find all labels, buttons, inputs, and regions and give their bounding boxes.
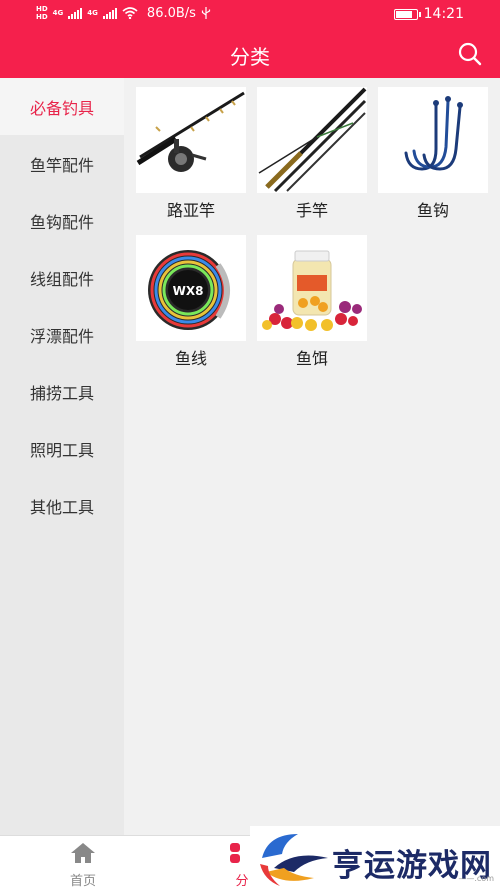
- sidebar-item-label: 鱼钩配件: [29, 212, 94, 232]
- status-left: HD HD 4G 4G 86.0B/s: [36, 5, 211, 21]
- sidebar-item-float-accessories[interactable]: 浮漂配件: [0, 306, 124, 363]
- spinning-rod-image: [136, 87, 246, 193]
- hd-badge-2: HD: [36, 13, 48, 21]
- sim-indicators: HD HD: [36, 5, 48, 21]
- watermark-url: ——.com: [458, 874, 494, 883]
- sidebar-item-catching-tools[interactable]: 捕捞工具: [0, 363, 124, 420]
- sidebar-item-label: 必备钓具: [29, 98, 94, 118]
- category-sidebar: 必备钓具 鱼竿配件 鱼钩配件 线组配件 浮漂配件 捕捞工具 照明工具 其他工具: [0, 78, 124, 835]
- watermark-logo: [260, 834, 328, 886]
- fish-hooks-image: [378, 87, 488, 193]
- search-icon: [458, 42, 482, 66]
- sidebar-item-label: 照明工具: [29, 440, 94, 460]
- svg-text:WX8: WX8: [173, 284, 204, 298]
- sidebar-item-essential-gear[interactable]: 必备钓具: [0, 78, 124, 135]
- signal-icon-1: [68, 7, 83, 19]
- sidebar-item-label: 其他工具: [29, 497, 94, 517]
- product-item-lure-rod[interactable]: 路亚竿: [136, 87, 246, 221]
- network-type-1: 4G: [52, 9, 64, 17]
- product-label: 手竿: [295, 201, 328, 220]
- hd-badge-1: HD: [36, 5, 48, 13]
- watermark: 亨运游戏网 ——.com: [250, 826, 500, 891]
- page-title: 分类: [230, 45, 270, 69]
- network-type-2: 4G: [87, 9, 98, 17]
- tab-home[interactable]: 首页: [43, 842, 123, 889]
- fishing-line-spool-image: WX8: [136, 235, 246, 341]
- sidebar-item-label: 浮漂配件: [29, 326, 94, 346]
- bait-bottle-image: [257, 235, 367, 341]
- product-label: 鱼钩: [416, 201, 449, 220]
- clock: 14:21: [423, 6, 464, 22]
- product-item-hand-rod[interactable]: 手竿: [257, 87, 367, 221]
- sidebar-item-label: 鱼竿配件: [29, 155, 94, 175]
- product-label: 鱼饵: [295, 349, 328, 368]
- status-bar: HD HD 4G 4G 86.0B/s 14:21: [0, 0, 500, 30]
- usb-icon: [201, 7, 211, 19]
- signal-icon-2: [102, 7, 117, 19]
- network-speed: 86.0B/s: [146, 5, 196, 21]
- search-button[interactable]: [456, 40, 484, 68]
- sidebar-item-hook-accessories[interactable]: 鱼钩配件: [0, 192, 124, 249]
- status-right: 14:21: [393, 6, 464, 22]
- hand-rod-image: [257, 87, 367, 193]
- product-grid-area: 路亚竿 手竿 鱼钩 WX8 鱼线 鱼饵: [124, 78, 500, 835]
- home-icon: [71, 843, 95, 863]
- product-item-bait[interactable]: 鱼饵: [257, 235, 367, 369]
- product-grid: 路亚竿 手竿 鱼钩 WX8 鱼线 鱼饵: [136, 87, 488, 369]
- app-bar: 分类: [0, 30, 500, 78]
- product-label: 路亚竿: [166, 201, 215, 220]
- tab-home-label: 首页: [69, 874, 96, 889]
- sidebar-item-label: 线组配件: [29, 269, 94, 289]
- sidebar-item-rod-accessories[interactable]: 鱼竿配件: [0, 135, 124, 192]
- product-item-fishing-line[interactable]: WX8 鱼线: [136, 235, 246, 369]
- sidebar-item-lighting-tools[interactable]: 照明工具: [0, 420, 124, 477]
- wifi-icon: [122, 7, 138, 19]
- battery-icon: [393, 8, 421, 20]
- product-item-hooks[interactable]: 鱼钩: [378, 87, 488, 221]
- sidebar-item-other-tools[interactable]: 其他工具: [0, 477, 124, 534]
- product-label: 鱼线: [174, 349, 207, 368]
- sidebar-item-label: 捕捞工具: [29, 383, 94, 403]
- sidebar-item-line-accessories[interactable]: 线组配件: [0, 249, 124, 306]
